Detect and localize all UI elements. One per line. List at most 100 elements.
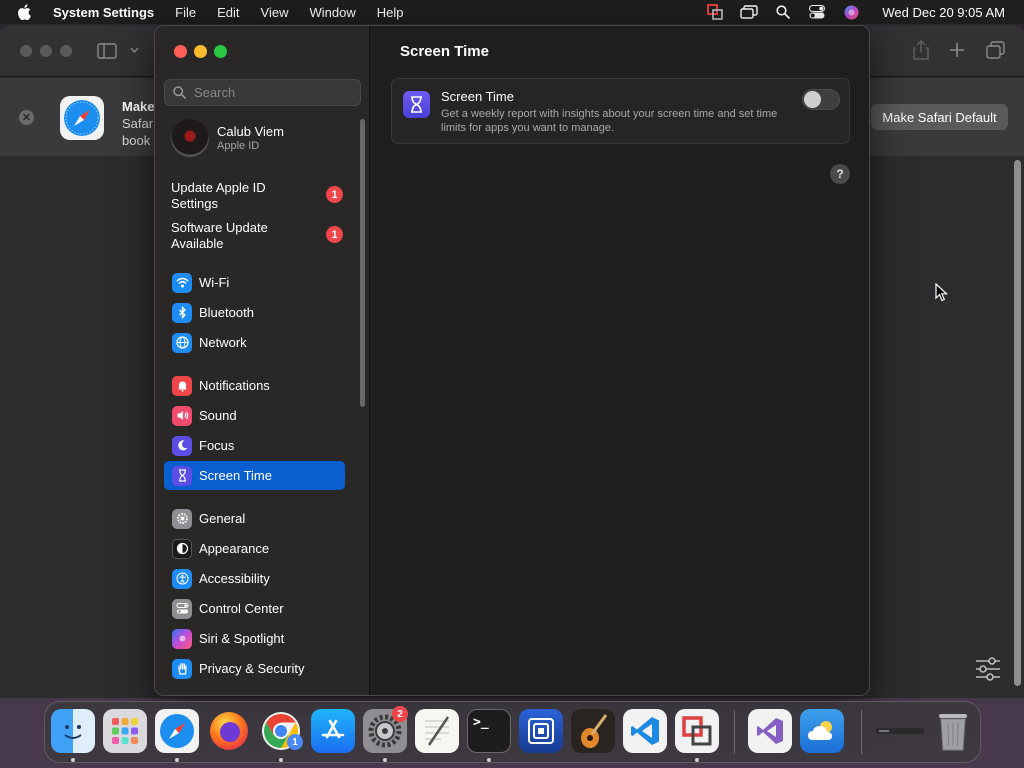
- help-button[interactable]: ?: [830, 164, 850, 184]
- running-indicator: [175, 758, 179, 762]
- visual-studio-icon[interactable]: [748, 709, 792, 753]
- close-button[interactable]: [174, 45, 187, 58]
- sidebar-item-label: Appearance: [199, 541, 270, 556]
- sidebar-item-siri-spotlight[interactable]: Siri & Spotlight: [164, 624, 345, 653]
- sidebar-item-label: Control Center: [199, 601, 284, 616]
- running-indicator: [279, 758, 283, 762]
- update-apple-id-notice[interactable]: Update Apple ID Settings 1: [171, 180, 351, 212]
- simulator-icon[interactable]: [519, 709, 563, 753]
- new-tab-icon[interactable]: [949, 42, 965, 58]
- dock: 1 2 >_: [44, 701, 981, 763]
- menu-file[interactable]: File: [175, 5, 196, 20]
- apple-menu-icon[interactable]: [17, 4, 39, 20]
- sidebar-item-label: Siri & Spotlight: [199, 631, 285, 646]
- launchpad-icon[interactable]: [103, 709, 147, 753]
- page-title: Screen Time: [400, 43, 489, 60]
- app-name-menu[interactable]: System Settings: [53, 5, 154, 20]
- filter-settings-icon[interactable]: [975, 656, 1001, 682]
- sidebar-item-general[interactable]: General: [164, 504, 345, 533]
- running-indicator: [71, 758, 75, 762]
- system-settings-window: Search Calub Viem Apple ID Update Apple …: [154, 25, 870, 696]
- siri-icon[interactable]: [842, 4, 860, 20]
- menu-bar: System Settings File Edit View Window He…: [0, 0, 1024, 24]
- firefox-icon[interactable]: [207, 709, 251, 753]
- spotlight-search-icon[interactable]: [774, 4, 792, 20]
- screen-mirroring-icon[interactable]: [740, 4, 759, 20]
- bell-icon: [172, 375, 192, 396]
- sidebar-item-screen-time[interactable]: Screen Time: [164, 461, 345, 490]
- parallels-menu-icon[interactable]: [706, 4, 724, 20]
- notice-label: Software Update Available: [171, 220, 268, 251]
- mouse-cursor-icon: [935, 283, 949, 302]
- menu-clock[interactable]: Wed Dec 20 9:05 AM: [882, 5, 1005, 20]
- sidebar-item-label: Wi-Fi: [199, 275, 230, 290]
- terminal-icon[interactable]: >_: [467, 709, 511, 753]
- sidebar-item-network[interactable]: Network: [164, 328, 345, 357]
- recent-document-icon[interactable]: [875, 709, 925, 753]
- gear-icon: [172, 508, 192, 529]
- tab-overview-icon[interactable]: [986, 41, 1005, 59]
- sidebar-item-label: Privacy & Security: [199, 661, 305, 676]
- safari-minimize-dot[interactable]: [40, 45, 52, 57]
- hourglass-icon: [403, 91, 430, 118]
- software-update-notice[interactable]: Software Update Available 1: [171, 220, 351, 252]
- speaker-icon: [172, 405, 192, 426]
- globe-icon: [172, 332, 192, 353]
- textedit-icon[interactable]: [415, 709, 459, 753]
- sidebar-item-label: Bluetooth: [199, 305, 254, 320]
- card-description: Get a weekly report with insights about …: [441, 108, 778, 134]
- notification-badge: 1: [326, 186, 343, 203]
- sidebar-scrollbar[interactable]: [360, 119, 365, 407]
- search-placeholder: Search: [194, 85, 236, 100]
- running-indicator: [487, 758, 491, 762]
- wifi-icon: [172, 272, 192, 293]
- safari-zoom-dot[interactable]: [60, 45, 72, 57]
- share-icon[interactable]: [913, 40, 929, 60]
- minimize-button[interactable]: [194, 45, 207, 58]
- sidebar-item-privacy-security[interactable]: Privacy & Security: [164, 654, 345, 683]
- appearance-icon: [172, 538, 192, 559]
- sidebar-item-accessibility[interactable]: Accessibility: [164, 564, 345, 593]
- sidebar-item-label: Notifications: [199, 378, 270, 393]
- sidebar-item-appearance[interactable]: Appearance: [164, 534, 345, 563]
- apple-id-profile[interactable]: Calub Viem Apple ID: [171, 119, 351, 161]
- menu-edit[interactable]: Edit: [217, 5, 239, 20]
- weather-icon[interactable]: [800, 709, 844, 753]
- sidebar-item-bluetooth[interactable]: Bluetooth: [164, 298, 345, 327]
- chevron-down-icon[interactable]: [130, 47, 139, 53]
- hourglass-icon: [172, 465, 192, 486]
- avatar: [171, 119, 209, 157]
- toggles-icon: [172, 598, 192, 619]
- sidebar-item-label: Network: [199, 335, 247, 350]
- vscode-icon[interactable]: [623, 709, 667, 753]
- card-title: Screen Time: [441, 89, 514, 104]
- app-store-icon[interactable]: [311, 709, 355, 753]
- banner-close-icon[interactable]: ✕: [19, 110, 34, 125]
- sidebar-toggle-icon[interactable]: [97, 43, 117, 59]
- garageband-icon[interactable]: [571, 709, 615, 753]
- safari-close-dot[interactable]: [20, 45, 32, 57]
- sidebar-item-control-center[interactable]: Control Center: [164, 594, 345, 623]
- finder-icon[interactable]: [51, 709, 95, 753]
- sidebar-item-label: General: [199, 511, 246, 526]
- zoom-button[interactable]: [214, 45, 227, 58]
- screen-time-toggle[interactable]: [802, 89, 840, 110]
- sidebar-item-focus[interactable]: Focus: [164, 431, 345, 460]
- sidebar-item-wifi[interactable]: Wi-Fi: [164, 268, 345, 297]
- menu-window[interactable]: Window: [309, 5, 355, 20]
- safari-scrollbar[interactable]: [1014, 160, 1021, 686]
- running-indicator: [383, 758, 387, 762]
- menu-help[interactable]: Help: [377, 5, 404, 20]
- search-input[interactable]: Search: [164, 79, 361, 106]
- sidebar-item-label: Sound: [199, 408, 237, 423]
- safari-icon[interactable]: [155, 709, 199, 753]
- sidebar-item-sound[interactable]: Sound: [164, 401, 345, 430]
- sidebar-item-label: Screen Time: [199, 468, 272, 483]
- control-center-icon[interactable]: [808, 4, 826, 20]
- make-safari-default-button[interactable]: Make Safari Default: [871, 104, 1008, 130]
- bluetooth-icon: [172, 302, 192, 323]
- trash-icon[interactable]: [931, 709, 975, 753]
- sidebar-item-notifications[interactable]: Notifications: [164, 371, 345, 400]
- menu-view[interactable]: View: [261, 5, 289, 20]
- parallels-icon[interactable]: [675, 709, 719, 753]
